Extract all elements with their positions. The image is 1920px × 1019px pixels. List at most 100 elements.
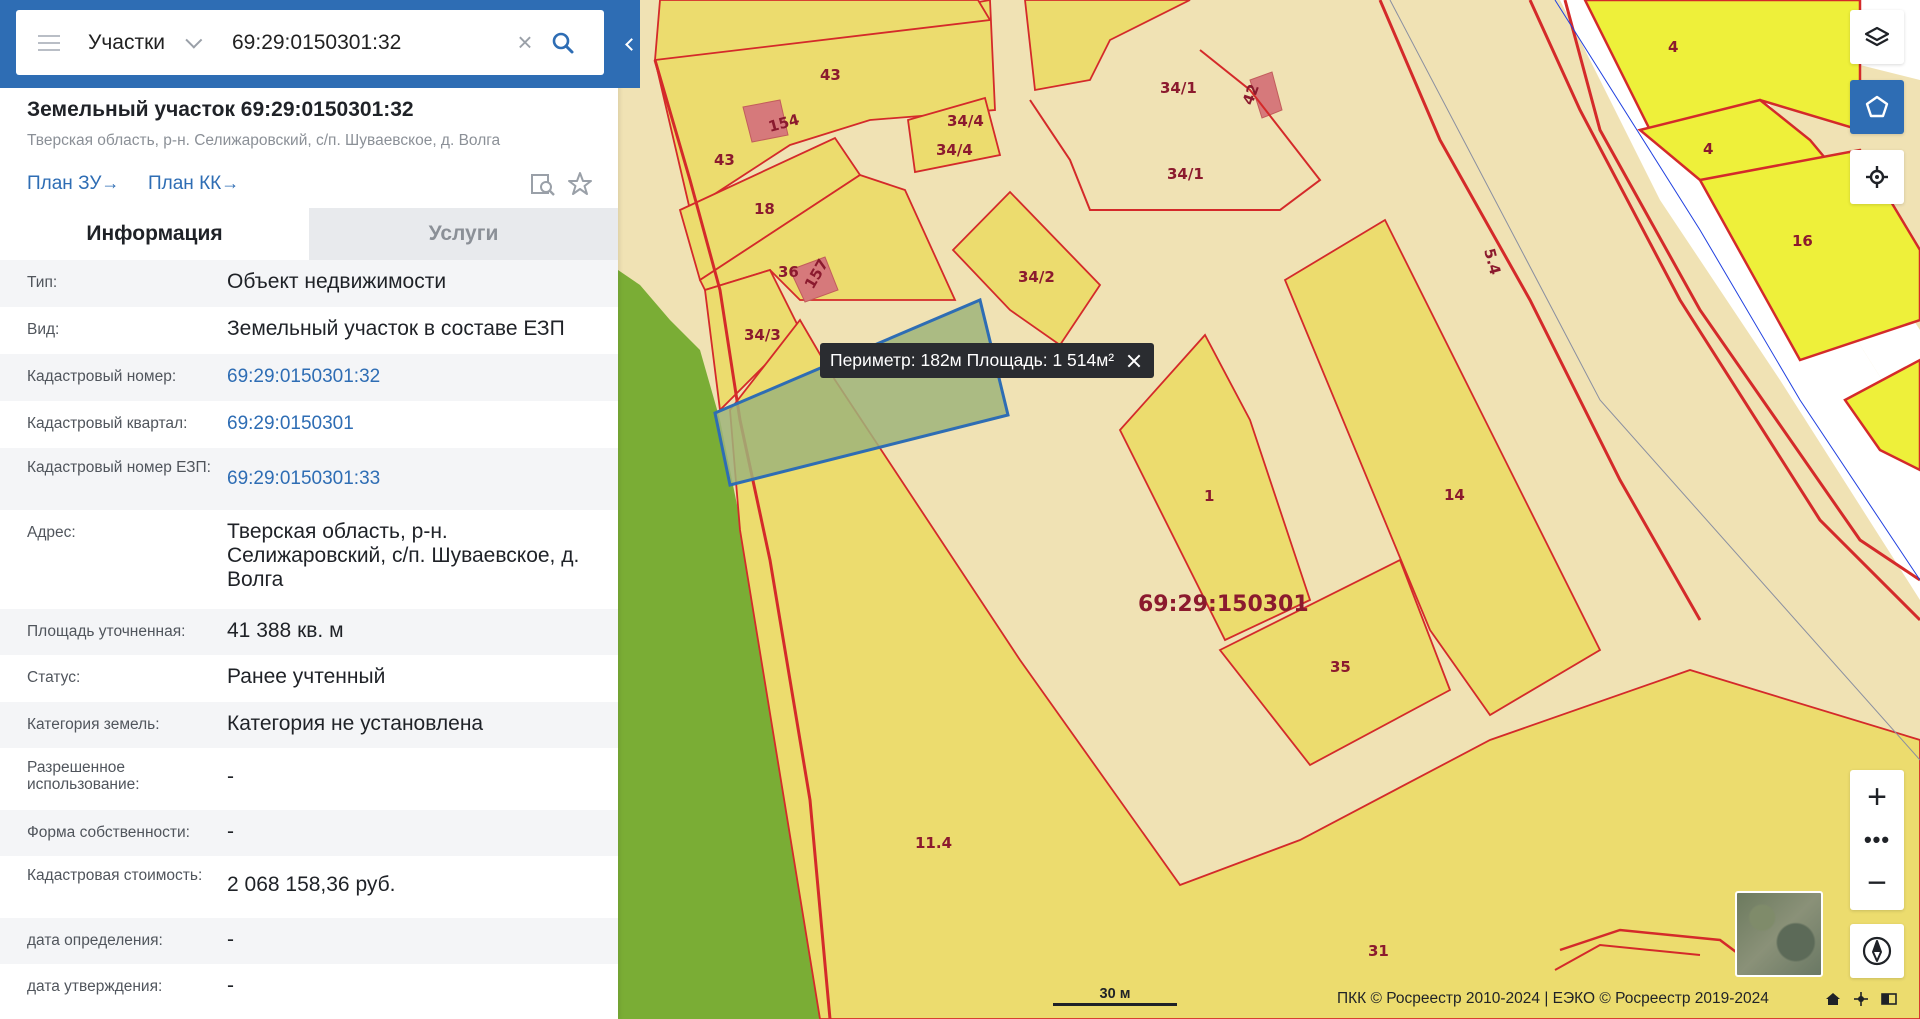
info-row-status: Статус: Ранее учтенный (0, 655, 618, 702)
info-label: Форма собственности: (27, 824, 190, 841)
info-value: Объект недвижимости (227, 270, 447, 293)
parcel-label: 34/4 (947, 112, 984, 130)
search-bar: Участки × (16, 10, 604, 75)
info-row-permitted-use: Разрешенное использование: - (0, 748, 618, 810)
parcel-label: 34/4 (936, 141, 973, 159)
parcel-label: 34/1 (1160, 79, 1197, 97)
info-row-ezp-number: Кадастровый номер ЕЗП: 69:29:0150301:33 (0, 448, 618, 510)
satellite-minimap[interactable] (1735, 891, 1823, 977)
map-scale: 30 м (1053, 986, 1177, 1006)
compass-button[interactable] (1850, 924, 1904, 978)
info-value: 2 068 158,36 руб. (227, 873, 396, 896)
info-label: Категория земель: (27, 716, 160, 733)
select-area-icon (1865, 95, 1889, 118)
object-title: Земельный участок 69:29:0150301:32 (27, 98, 414, 121)
cadastral-quarter-link[interactable]: 69:29:0150301 (227, 412, 607, 448)
clear-search-button[interactable]: × (510, 23, 540, 63)
info-label: Кадастровая стоимость: (27, 867, 203, 884)
arrow-right-icon: → (221, 173, 240, 193)
info-value: 41 388 кв. м (227, 619, 344, 642)
info-label: Статус: (27, 669, 81, 686)
info-value: Ранее учтенный (227, 665, 386, 688)
info-row-cadastral-value: Кадастровая стоимость: 2 068 158,36 руб. (0, 856, 618, 918)
tabs: Информация Услуги (0, 208, 618, 260)
plan-zu-label: План ЗУ (27, 173, 102, 194)
scale-label: 30 м (1099, 986, 1131, 1002)
close-icon[interactable] (1124, 351, 1144, 371)
info-value: - (227, 765, 234, 788)
chevron-left-icon (624, 37, 638, 51)
info-label: Тип: (27, 274, 58, 291)
measure-tooltip: Периметр: 182м Площадь: 1 514м² (820, 343, 1155, 378)
parcel-label: 4 (1668, 38, 1678, 56)
info-value: - (227, 974, 234, 997)
arrow-right-icon: → (101, 173, 120, 193)
search-input[interactable] (220, 22, 510, 63)
map-canvas: 43 154 43 18 36 157 34/3 34/4 34/4 34/1 … (618, 0, 1920, 1019)
menu-button[interactable] (16, 10, 82, 75)
info-value: - (227, 928, 234, 951)
close-icon: × (517, 27, 533, 57)
info-label: Кадастровый номер ЕЗП: (27, 459, 211, 476)
parcel-label: 34/2 (1018, 268, 1055, 286)
select-area-button[interactable] (1850, 80, 1904, 134)
parcel-label: 36 (778, 263, 799, 281)
info-label: Площадь уточненная: (27, 623, 186, 640)
plan-zu-link[interactable]: План ЗУ→ (27, 173, 119, 195)
home-icon[interactable] (1824, 990, 1842, 1008)
info-label: дата утверждения: (27, 978, 163, 995)
info-value: - (227, 820, 234, 843)
info-row-area: Площадь уточненная: 41 388 кв. м (0, 609, 618, 655)
object-address: Тверская область, р-н. Селижаровский, с/… (27, 132, 501, 149)
info-sidebar: Участки × Земельный участок 69:29:015030… (0, 0, 618, 1019)
object-type-label: Участки (88, 30, 165, 54)
zoom-more-button[interactable]: ••• (1850, 824, 1904, 856)
info-label: Кадастровый квартал: (27, 415, 188, 432)
parcel-label: 18 (754, 200, 775, 218)
locate-button[interactable] (1850, 150, 1904, 204)
parcel-label: 43 (820, 66, 841, 84)
parcel-label: 14 (1444, 486, 1465, 504)
info-label: Адрес: (27, 524, 76, 541)
info-label: дата определения: (27, 932, 163, 949)
info-row-address: Адрес: Тверская область, р-н. Селижаровс… (0, 510, 618, 609)
info-row-cadastral-number: Кадастровый номер: 69:29:0150301:32 (0, 354, 618, 401)
zoom-out-button[interactable]: − (1850, 856, 1904, 910)
info-value: Категория не установлена (227, 712, 484, 735)
info-row-type: Тип: Объект недвижимости (0, 260, 618, 307)
tab-services[interactable]: Услуги (309, 208, 618, 260)
layers-button[interactable] (1850, 10, 1904, 64)
zoom-in-button[interactable]: + (1850, 770, 1904, 824)
tab-information[interactable]: Информация (0, 208, 309, 260)
cadastral-map[interactable]: 43 154 43 18 36 157 34/3 34/4 34/4 34/1 … (618, 0, 1920, 1019)
locate-small-icon[interactable] (1852, 990, 1870, 1008)
parcel-label: 35 (1330, 658, 1351, 676)
info-row-determination-date: дата определения: - (0, 918, 618, 964)
parcel-label: 4 (1703, 140, 1713, 158)
info-label: Разрешенное использование: (27, 759, 140, 793)
plan-kk-link[interactable]: План КК→ (148, 173, 239, 195)
info-row-ownership: Форма собственности: - (0, 810, 618, 856)
measure-tooltip-text: Периметр: 182м Площадь: 1 514м² (830, 350, 1115, 370)
menu-icon (38, 34, 60, 51)
copyright-text: ПКК © Росреестр 2010-2024 | ЕЭКО © Росре… (1337, 990, 1769, 1007)
parcel-label: 34/3 (744, 326, 781, 344)
info-row-cadastral-quarter: Кадастровый квартал: 69:29:0150301 (0, 401, 618, 448)
search-button[interactable] (540, 23, 586, 63)
info-row-kind: Вид: Земельный участок в составе ЕЗП (0, 307, 618, 354)
search-icon (552, 32, 574, 53)
ezp-number-link[interactable]: 69:29:0150301:33 (227, 467, 607, 510)
compass-icon (1862, 936, 1892, 966)
parcel-label: 31 (1368, 942, 1389, 960)
parcel-label: 11.4 (915, 834, 952, 852)
parcel-label: 1 (1204, 487, 1214, 505)
parcel-label: 34/1 (1167, 165, 1204, 183)
star-icon[interactable] (566, 170, 594, 198)
find-on-map-icon[interactable] (530, 172, 556, 198)
object-type-select[interactable]: Участки (82, 10, 220, 75)
fullscreen-icon[interactable] (1880, 990, 1898, 1008)
info-label: Кадастровый номер: (27, 368, 177, 385)
scale-bar (1053, 1003, 1177, 1006)
collapse-sidebar-button[interactable] (618, 0, 640, 88)
cadastral-number-link[interactable]: 69:29:0150301:32 (227, 365, 607, 401)
